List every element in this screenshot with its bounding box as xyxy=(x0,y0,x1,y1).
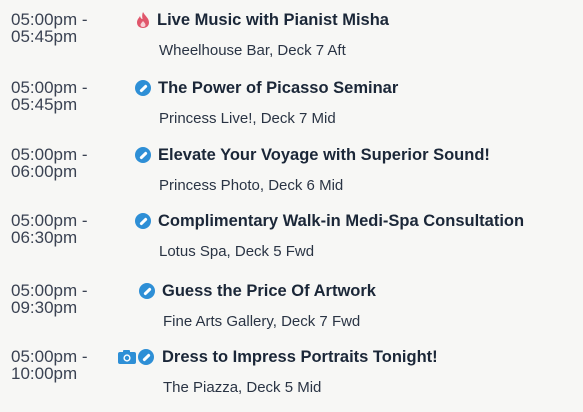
event-time: 05:00pm - 06:30pm xyxy=(11,211,88,247)
event-title[interactable]: Live Music with Pianist Misha xyxy=(157,11,389,29)
event-item[interactable]: 05:00pm - 09:30pm Guess the Price Of Art… xyxy=(0,282,583,346)
event-item[interactable]: 05:00pm - 10:00pm Dress to Impress Portr… xyxy=(0,348,583,412)
event-title[interactable]: Complimentary Walk-in Medi-Spa Consultat… xyxy=(158,212,524,230)
event-item[interactable]: 05:00pm - 05:45pm Live Music with Pianis… xyxy=(0,11,583,75)
event-title[interactable]: The Power of Picasso Seminar xyxy=(158,79,398,97)
camera-icon xyxy=(118,350,136,364)
event-icons xyxy=(117,348,154,366)
event-icons xyxy=(135,79,151,97)
event-title[interactable]: Guess the Price Of Artwork xyxy=(162,282,376,300)
event-icons xyxy=(139,282,155,300)
event-title[interactable]: Elevate Your Voyage with Superior Sound! xyxy=(158,146,490,164)
compass-icon xyxy=(135,213,151,229)
event-time: 05:00pm - 09:30pm xyxy=(11,281,88,317)
compass-icon xyxy=(138,349,154,365)
event-location: The Piazza, Deck 5 Mid xyxy=(163,379,322,396)
event-location: Princess Live!, Deck 7 Mid xyxy=(159,110,336,127)
event-icons xyxy=(135,146,151,164)
event-icons xyxy=(136,11,150,29)
flame-icon xyxy=(137,12,149,28)
event-location: Princess Photo, Deck 6 Mid xyxy=(159,177,344,194)
compass-icon xyxy=(139,283,155,299)
event-item[interactable]: 05:00pm - 06:30pm Complimentary Walk-in … xyxy=(0,212,583,276)
event-item[interactable]: 05:00pm - 05:45pm The Power of Picasso S… xyxy=(0,79,583,143)
event-icons xyxy=(135,212,151,230)
event-item[interactable]: 05:00pm - 06:00pm Elevate Your Voyage wi… xyxy=(0,146,583,210)
event-location: Wheelhouse Bar, Deck 7 Aft xyxy=(159,42,346,59)
event-location: Lotus Spa, Deck 5 Fwd xyxy=(159,243,315,260)
compass-icon xyxy=(135,147,151,163)
event-time: 05:00pm - 05:45pm xyxy=(11,78,88,114)
event-time: 05:00pm - 06:00pm xyxy=(11,145,88,181)
event-time: 05:00pm - 10:00pm xyxy=(11,347,88,383)
event-title[interactable]: Dress to Impress Portraits Tonight! xyxy=(162,348,438,366)
event-location: Fine Arts Gallery, Deck 7 Fwd xyxy=(163,313,361,330)
compass-icon xyxy=(135,80,151,96)
event-time: 05:00pm - 05:45pm xyxy=(11,10,88,46)
